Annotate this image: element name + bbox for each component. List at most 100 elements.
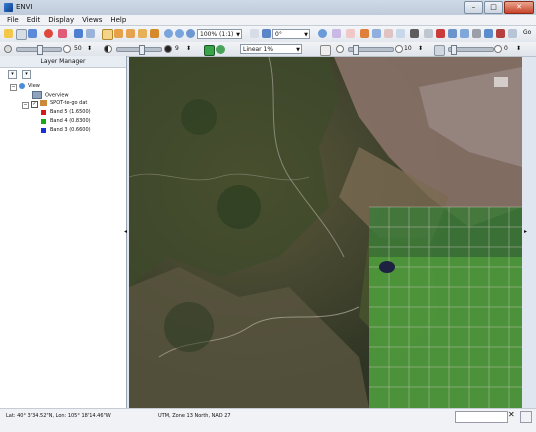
menu-views[interactable]: Views bbox=[82, 15, 102, 25]
menu-help[interactable]: Help bbox=[110, 15, 126, 25]
measure-icon[interactable] bbox=[448, 29, 457, 38]
tree-item-band-green[interactable]: Band 4 (0.8300) bbox=[50, 117, 91, 126]
sharpen-slider[interactable] bbox=[348, 45, 394, 55]
spin-arrows-icon[interactable]: ⬍ bbox=[87, 44, 92, 54]
raster-layer-icon bbox=[40, 99, 47, 106]
menu-bar: File Edit Display Views Help bbox=[0, 15, 536, 26]
main-toolbar: 100% (1:1) ▼ 0° ▼ Go bbox=[0, 26, 536, 43]
search-icon[interactable] bbox=[508, 29, 517, 38]
annotation-icon[interactable] bbox=[360, 29, 369, 38]
zoom-in-icon[interactable] bbox=[164, 29, 173, 38]
tree-item-band-blue[interactable]: Band 3 (0.6600) bbox=[50, 126, 91, 135]
tree-label-view: View bbox=[28, 83, 40, 89]
satellite-image bbox=[129, 57, 522, 408]
transparency-value[interactable]: 0 bbox=[504, 44, 508, 54]
recycle-icon[interactable] bbox=[216, 45, 225, 54]
font-aabbc-icon[interactable] bbox=[332, 29, 341, 38]
stretch-value: Linear 1% bbox=[243, 46, 274, 53]
pixel-icon[interactable] bbox=[424, 29, 433, 38]
rotate-left-icon[interactable] bbox=[250, 29, 259, 38]
spin-arrows-icon[interactable]: ⬍ bbox=[418, 44, 423, 54]
redo-icon[interactable] bbox=[86, 29, 95, 38]
stretch-combo[interactable]: Linear 1% ▼ bbox=[240, 44, 302, 54]
tree-item-view[interactable]: View bbox=[19, 82, 40, 91]
rotation-combo[interactable]: 0° ▼ bbox=[272, 29, 310, 39]
sharpen-thumb[interactable] bbox=[353, 45, 359, 55]
cancel-icon[interactable]: ✕ bbox=[508, 410, 515, 419]
contrast-slider[interactable] bbox=[116, 45, 162, 55]
fly-icon[interactable] bbox=[126, 29, 135, 38]
brightness-thumb[interactable] bbox=[37, 45, 43, 55]
expand-all-icon[interactable]: ▾ bbox=[22, 70, 31, 79]
sharpen-value[interactable]: 10 bbox=[404, 44, 412, 54]
brightness-icon bbox=[4, 45, 12, 53]
rectangle-icon[interactable] bbox=[384, 29, 393, 38]
tree-item-band-red[interactable]: Band 5 (1.6500) bbox=[50, 108, 91, 117]
collapse-panel-left-icon[interactable]: ◂ bbox=[124, 228, 127, 235]
rotate-icon[interactable] bbox=[138, 29, 147, 38]
link-icon[interactable] bbox=[472, 29, 481, 38]
rotate-right-icon[interactable] bbox=[262, 29, 271, 38]
portal-icon[interactable] bbox=[460, 29, 469, 38]
open-icon[interactable] bbox=[4, 29, 13, 38]
zoom-box-icon[interactable] bbox=[150, 29, 159, 38]
chip-icon[interactable] bbox=[484, 29, 493, 38]
resize-grip-icon[interactable] bbox=[520, 411, 532, 423]
select-icon[interactable] bbox=[102, 29, 113, 40]
transparency-thumb[interactable] bbox=[451, 45, 457, 55]
keyboard-icon[interactable] bbox=[410, 29, 419, 38]
contrast-thumb[interactable] bbox=[139, 45, 145, 55]
overview-icon bbox=[32, 91, 42, 99]
histogram-icon[interactable] bbox=[204, 45, 215, 56]
transparency-end-icon[interactable] bbox=[494, 45, 502, 53]
globe-icon bbox=[19, 82, 25, 89]
envi-app-icon bbox=[4, 3, 13, 12]
brightness-value[interactable]: 50 bbox=[74, 44, 82, 54]
status-location: Lat: 40° 3'34.52"N, Lon: 105° 18'14.46"W bbox=[6, 413, 111, 419]
contrast-value[interactable]: 9 bbox=[175, 44, 179, 54]
chevron-down-icon: ▼ bbox=[296, 47, 300, 53]
brightness-slider[interactable] bbox=[16, 45, 62, 55]
spin-arrows-icon[interactable]: ⬍ bbox=[516, 44, 521, 54]
sharpen-icon bbox=[320, 45, 331, 56]
sharpen-reset-icon[interactable] bbox=[336, 45, 344, 53]
close-button[interactable]: ✕ bbox=[504, 1, 534, 14]
refresh-icon[interactable] bbox=[318, 29, 327, 38]
title-bar: ENVI – □ ✕ bbox=[0, 0, 536, 16]
zoom-combo[interactable]: 100% (1:1) ▼ bbox=[197, 29, 242, 39]
maximize-button[interactable]: □ bbox=[484, 1, 503, 14]
menu-display[interactable]: Display bbox=[48, 15, 74, 25]
save-icon[interactable] bbox=[28, 29, 37, 38]
pan-icon[interactable] bbox=[114, 29, 123, 38]
tree-expander-icon[interactable]: − bbox=[10, 84, 17, 91]
chevron-down-icon: ▼ bbox=[236, 32, 240, 38]
new-icon[interactable] bbox=[16, 29, 27, 40]
arrow-icon[interactable] bbox=[436, 29, 445, 38]
image-view[interactable] bbox=[129, 57, 522, 408]
collapse-all-icon[interactable]: ▾ bbox=[8, 70, 17, 79]
color-tool-icon[interactable] bbox=[346, 29, 355, 38]
adjust-toolbar: 50 ⬍ 9 ⬍ Linear 1% ▼ 10 ⬍ 0 ⬍ bbox=[0, 42, 536, 57]
crosshair-icon[interactable] bbox=[58, 29, 67, 38]
pin-icon[interactable] bbox=[44, 29, 53, 38]
zoom-full-icon[interactable] bbox=[186, 29, 195, 38]
sharpen-end-icon[interactable] bbox=[395, 45, 403, 53]
menu-edit[interactable]: Edit bbox=[27, 15, 41, 25]
ellipse-icon[interactable] bbox=[396, 29, 405, 38]
brightness-reset-icon[interactable] bbox=[63, 45, 71, 53]
polygon-icon[interactable] bbox=[372, 29, 381, 38]
layer-visibility-checkbox[interactable]: ✓ bbox=[31, 101, 38, 108]
zoom-out-icon[interactable] bbox=[175, 29, 184, 38]
transparency-slider[interactable] bbox=[448, 45, 494, 55]
tree-item-file[interactable]: SPOT-te-go dat bbox=[40, 99, 87, 108]
minimize-button[interactable]: – bbox=[464, 1, 483, 14]
undo-icon[interactable] bbox=[74, 29, 83, 38]
go-button[interactable]: Go bbox=[523, 29, 531, 36]
menu-file[interactable]: File bbox=[7, 15, 19, 25]
stop-icon[interactable] bbox=[496, 29, 505, 38]
collapse-panel-right-icon[interactable]: ▸ bbox=[524, 228, 527, 235]
tree-expander-icon[interactable]: − bbox=[22, 102, 29, 109]
contrast-reset-icon[interactable] bbox=[164, 45, 172, 53]
spin-arrows-icon[interactable]: ⬍ bbox=[186, 44, 191, 54]
layer-manager-title: Layer Manager bbox=[0, 56, 126, 68]
